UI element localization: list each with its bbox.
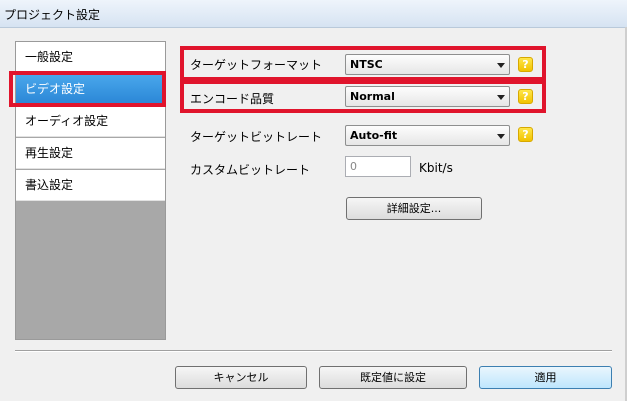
target-bitrate-label: ターゲットビットレート — [190, 130, 323, 144]
chevron-down-icon — [497, 63, 505, 68]
encode-quality-select[interactable]: Normal — [345, 86, 510, 107]
question-help-icon[interactable]: ? — [518, 127, 533, 142]
encode-quality-label: エンコード品質 — [190, 92, 275, 106]
chevron-down-icon — [497, 95, 505, 100]
sidebar-item-general[interactable]: 一般設定 — [16, 42, 165, 73]
cancel-button[interactable]: キャンセル — [175, 366, 307, 389]
target-bitrate-select[interactable]: Auto-fit — [345, 125, 510, 146]
apply-button[interactable]: 適用 — [479, 366, 612, 389]
encode-quality-value: Normal — [350, 90, 395, 103]
sidebar-item-audio[interactable]: オーディオ設定 — [16, 106, 165, 137]
sidebar-item-video[interactable]: ビデオ設定 — [16, 74, 165, 105]
settings-category-list: 一般設定 ビデオ設定 オーディオ設定 再生設定 書込設定 — [15, 41, 166, 340]
window-title: プロジェクト設定 — [4, 8, 101, 22]
target-format-value: NTSC — [350, 58, 383, 71]
sidebar-item-burn[interactable]: 書込設定 — [16, 170, 165, 201]
advanced-settings-button[interactable]: 詳細設定... — [346, 197, 482, 220]
set-defaults-button[interactable]: 既定値に設定 — [319, 366, 467, 389]
question-help-icon[interactable]: ? — [518, 57, 533, 72]
sidebar-item-playback[interactable]: 再生設定 — [16, 138, 165, 169]
chevron-down-icon — [497, 134, 505, 139]
question-help-icon[interactable]: ? — [518, 89, 533, 104]
custom-bitrate-unit: Kbit/s — [419, 161, 453, 175]
footer-divider — [15, 350, 612, 352]
target-bitrate-value: Auto-fit — [350, 129, 398, 142]
target-format-label: ターゲットフォーマット — [190, 58, 323, 72]
custom-bitrate-input[interactable]: 0 — [345, 156, 411, 177]
title-bar: プロジェクト設定 — [0, 0, 627, 28]
target-format-select[interactable]: NTSC — [345, 54, 510, 75]
custom-bitrate-label: カスタムビットレート — [190, 163, 311, 177]
